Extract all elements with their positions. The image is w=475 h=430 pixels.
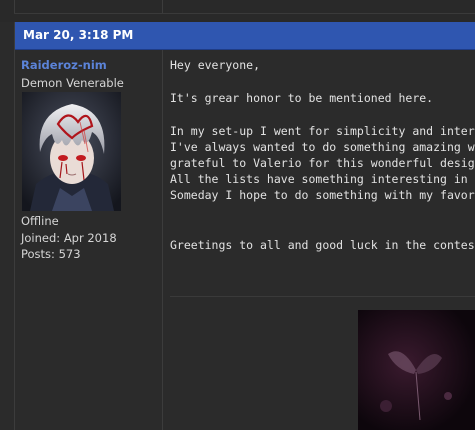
message-line: In my set-up I went for simplicity and i… (170, 124, 475, 138)
author-panel: Raideroz-nim Demon Venerable Offline Joi… (15, 50, 163, 430)
message-line: Greetings to all and good luck in the co… (170, 238, 475, 252)
username-link[interactable]: Raideroz-nim (21, 58, 107, 72)
message-line: All the lists have something interesting… (170, 172, 475, 186)
divider (162, 0, 163, 13)
message-line: grateful to Valerio for this wonderful d… (170, 156, 475, 170)
divider (14, 13, 475, 14)
message-line: Hey everyone, (170, 58, 261, 72)
forum-post: Mar 20, 3:18 PM Raideroz-nim Demon Vener… (14, 22, 475, 430)
post-body: Hey everyone, It's grear honor to be men… (170, 50, 475, 430)
avatar[interactable] (22, 92, 121, 211)
butterfly-icon (358, 310, 475, 430)
post-count: Posts: 573 (21, 247, 81, 261)
divider (14, 0, 15, 13)
message-line: Someday I hope to do something with my f… (170, 188, 475, 202)
message-line: It's grear honor to be mentioned here. (170, 91, 434, 105)
join-date: Joined: Apr 2018 (21, 231, 117, 245)
previous-post-edge (0, 0, 475, 22)
embedded-image[interactable] (358, 310, 475, 430)
content-divider (170, 296, 475, 297)
post-header: Mar 20, 3:18 PM (15, 22, 475, 50)
avatar-image (22, 92, 121, 211)
online-status: Offline (21, 214, 59, 228)
message-line: I've always wanted to do something amazi… (170, 140, 475, 154)
post-date[interactable]: Mar 20, 3:18 PM (23, 28, 133, 42)
user-rank: Demon Venerable (21, 76, 124, 90)
